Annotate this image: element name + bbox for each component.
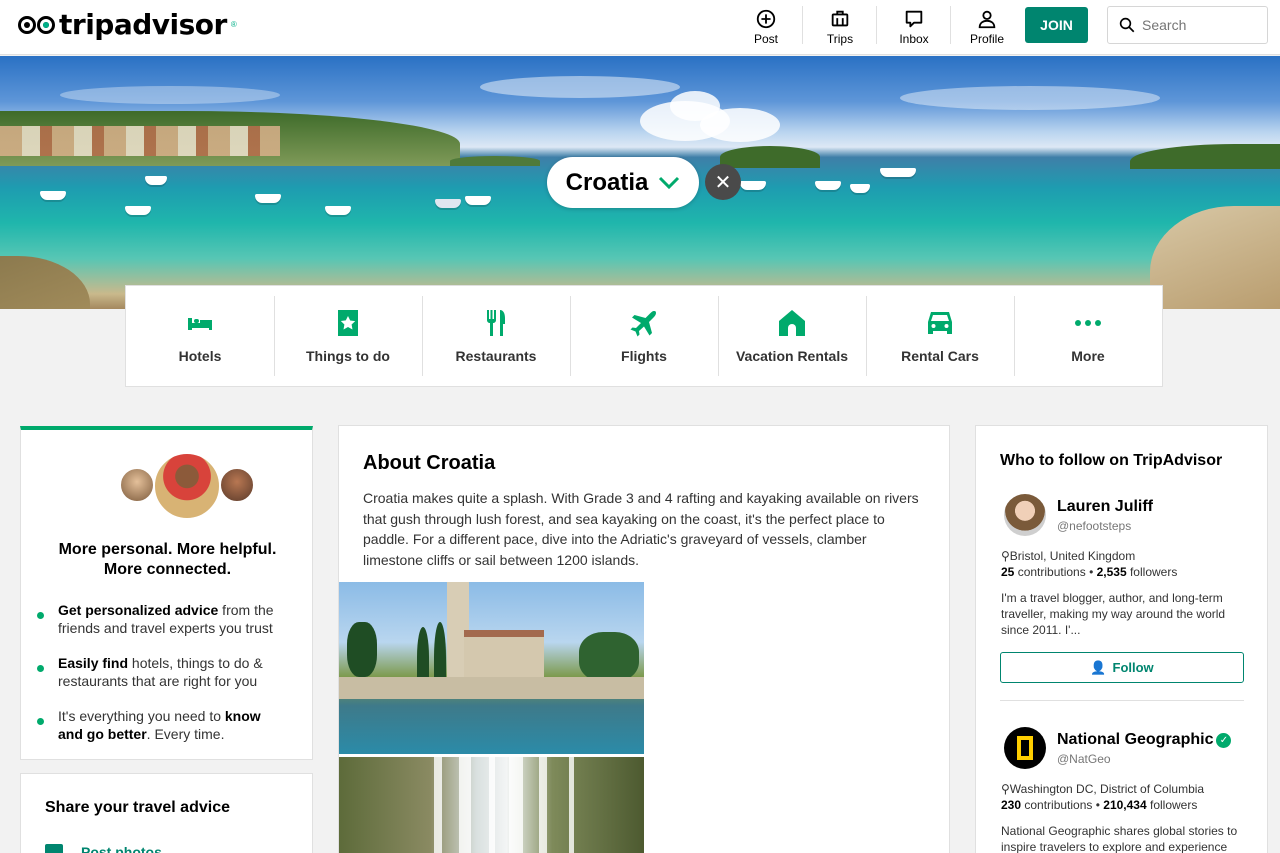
destination-close-button[interactable]: ✕ xyxy=(705,164,741,200)
follow-button[interactable]: 👤 Follow xyxy=(1000,652,1244,683)
chat-bubble-icon xyxy=(905,10,923,28)
category-label: More xyxy=(1071,348,1105,364)
nav-profile[interactable]: Profile xyxy=(951,6,1023,48)
camera-icon xyxy=(45,844,63,853)
person-name[interactable]: Lauren Juliff xyxy=(1057,498,1153,516)
nav-inbox-label: Inbox xyxy=(899,32,929,46)
share-title: Share your travel advice xyxy=(45,799,230,816)
add-person-icon: 👤 xyxy=(1090,659,1107,675)
search-box[interactable] xyxy=(1107,6,1268,44)
person-bio: National Geographic shares global storie… xyxy=(1001,824,1238,853)
nav-trips[interactable]: Trips xyxy=(804,6,876,48)
person-location: ⚲Washington DC, District of Columbia xyxy=(1001,782,1205,796)
nav-trips-label: Trips xyxy=(826,32,854,46)
bullet-icon xyxy=(37,612,44,619)
ticket-icon xyxy=(338,310,358,336)
person-handle: @nefootsteps xyxy=(1057,519,1132,533)
search-input[interactable] xyxy=(1142,17,1262,33)
more-dots-icon xyxy=(1075,320,1101,326)
car-icon xyxy=(928,312,952,334)
verified-icon: ✓ xyxy=(1216,733,1232,748)
person-stats: 230 contributions • 210,434 followers xyxy=(1001,798,1198,812)
plus-circle-icon xyxy=(756,9,776,29)
join-button[interactable]: JOIN xyxy=(1025,7,1088,43)
chevron-down-icon xyxy=(659,176,680,189)
tripadvisor-logo[interactable]: tripadvisor ® xyxy=(18,8,237,41)
person-handle: @NatGeo xyxy=(1057,752,1111,766)
promo-title-line: More personal. More helpful. xyxy=(58,541,277,558)
bed-icon xyxy=(188,318,212,330)
destination-photo[interactable] xyxy=(339,757,644,853)
pin-icon: ⚲ xyxy=(1001,549,1010,563)
avatar[interactable] xyxy=(1004,727,1046,769)
nav-separator xyxy=(876,6,877,44)
logo-registered-mark: ® xyxy=(230,20,237,29)
house-icon xyxy=(779,310,805,336)
person-stats: 25 contributions • 2,535 followers xyxy=(1001,565,1178,579)
about-destination-card: About Croatia Croatia makes quite a spla… xyxy=(338,425,950,853)
person-name[interactable]: National Geographic ✓ xyxy=(1057,731,1232,749)
briefcase-icon xyxy=(831,10,849,27)
avatar[interactable] xyxy=(1004,494,1046,536)
category-rental-cars[interactable]: Rental Cars xyxy=(866,286,1014,386)
avatar xyxy=(219,467,255,503)
category-label: Rental Cars xyxy=(901,348,979,364)
category-label: Vacation Rentals xyxy=(735,348,849,364)
category-label: Flights xyxy=(621,348,667,364)
nav-separator xyxy=(802,6,803,44)
category-flights[interactable]: Flights xyxy=(570,286,718,386)
divider xyxy=(1000,700,1244,701)
logo-text: tripadvisor xyxy=(59,8,227,41)
category-hotels[interactable]: Hotels xyxy=(126,286,274,386)
destination-photo[interactable] xyxy=(339,582,644,754)
nat-geo-logo-icon xyxy=(1017,736,1033,760)
nav-post[interactable]: Post xyxy=(730,6,802,48)
post-photos-link[interactable]: Post photos xyxy=(81,844,162,853)
category-label: Restaurants xyxy=(455,348,537,364)
person-location: ⚲Bristol, United Kingdom xyxy=(1001,549,1136,563)
person-bio: I'm a travel blogger, author, and long-t… xyxy=(1001,591,1226,637)
category-bar: Hotels Things to do Restaurants Flights … xyxy=(125,285,1163,387)
category-things-to-do[interactable]: Things to do xyxy=(274,286,422,386)
plane-icon xyxy=(630,311,656,337)
who-to-follow-card: Who to follow on TripAdvisor Lauren Juli… xyxy=(975,425,1268,853)
avatar xyxy=(153,452,221,520)
person-icon xyxy=(978,10,996,29)
top-header: tripadvisor ® Post Trips Inbox Profile J… xyxy=(0,0,1280,55)
membership-promo-card: More personal. More helpful. More connec… xyxy=(20,426,313,760)
about-description: Croatia makes quite a splash. With Grade… xyxy=(363,490,919,568)
avatar xyxy=(119,467,155,503)
category-vacation-rentals[interactable]: Vacation Rentals xyxy=(718,286,866,386)
search-icon xyxy=(1119,17,1135,33)
nav-post-label: Post xyxy=(753,32,778,46)
member-avatars xyxy=(119,452,259,522)
hero-banner-image: Croatia ✕ xyxy=(0,56,1280,309)
close-icon: ✕ xyxy=(714,171,732,194)
fork-knife-icon xyxy=(487,310,505,336)
category-label: Things to do xyxy=(306,348,390,364)
nav-profile-label: Profile xyxy=(969,32,1004,46)
nav-inbox[interactable]: Inbox xyxy=(878,6,950,48)
category-more[interactable]: More xyxy=(1014,286,1162,386)
follow-button-label: Follow xyxy=(1112,660,1154,675)
benefit-item: Easily find hotels, things to do & resta… xyxy=(58,655,263,689)
destination-selector[interactable]: Croatia xyxy=(547,157,699,208)
category-restaurants[interactable]: Restaurants xyxy=(422,286,570,386)
pin-icon: ⚲ xyxy=(1001,782,1010,796)
category-label: Hotels xyxy=(178,348,222,364)
bullet-icon xyxy=(37,665,44,672)
promo-title: More personal. More helpful. More connec… xyxy=(21,540,314,580)
share-advice-card: Share your travel advice Post photos xyxy=(20,773,313,853)
about-title: About Croatia xyxy=(363,452,496,474)
bullet-icon xyxy=(37,718,44,725)
owl-logo-icon xyxy=(18,15,55,34)
follow-title: Who to follow on TripAdvisor xyxy=(1000,452,1223,469)
promo-title-line: More connected. xyxy=(103,561,232,578)
destination-name: Croatia xyxy=(565,168,649,196)
benefit-item: It's everything you need to know and go … xyxy=(58,708,261,742)
benefit-item: Get personalized advice from the friends… xyxy=(58,602,274,636)
